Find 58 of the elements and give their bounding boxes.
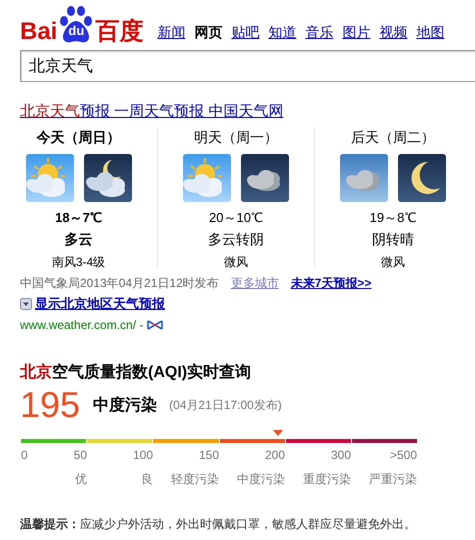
temperature-range: 18～7℃ [55, 209, 102, 227]
expand-icon[interactable] [20, 298, 32, 310]
bowtie-icon[interactable] [147, 320, 164, 330]
scale-label: 优 [75, 472, 87, 486]
day-label: 明天（周一） [194, 129, 278, 147]
aqi-level: 中度污染 [93, 395, 158, 416]
day-label: 今天（周日） [36, 129, 120, 147]
wind-text: 微风 [381, 254, 405, 271]
logo-text: 百度 [95, 20, 144, 44]
moon-cloud-icon [84, 154, 132, 202]
nav-tab[interactable]: 视频 [379, 24, 408, 42]
temperature-range: 20～10℃ [209, 209, 263, 227]
nav-tab[interactable]: 贴吧 [231, 24, 260, 42]
city-name: 北京 [20, 364, 52, 381]
temperature-range: 19～8℃ [370, 209, 416, 227]
search-field[interactable]: 北京天气 [20, 50, 475, 82]
publish-time: (04月21日17:00发布) [169, 396, 282, 414]
marker-icon [273, 430, 284, 436]
nav-tab[interactable]: 网页 [194, 24, 222, 42]
seven-day-forecast-link[interactable]: 未来7天预报>> [290, 275, 372, 292]
wind-text: 微风 [224, 254, 248, 271]
nav-tab[interactable]: 音乐 [305, 24, 334, 42]
scale-tick: 100 [132, 448, 153, 462]
cloud-icon [241, 154, 289, 202]
logo-text: Bai [20, 20, 58, 44]
scale-tick: 300 [330, 448, 351, 462]
more-cities-link[interactable]: 更多城市 [230, 275, 279, 292]
nav-tab[interactable]: 图片 [342, 24, 370, 42]
result-url: www.weather.com.cn/ - [20, 318, 144, 332]
scale-tick: 150 [198, 448, 219, 462]
tip-text: 温馨提示：应减少户外活动，外出时佩戴口罩，敏感人群应尽量避免外出。 [20, 516, 417, 533]
scale-tick: >500 [390, 448, 417, 462]
nav-tab[interactable]: 知道 [268, 24, 296, 42]
weather-condition: 多云转阴 [208, 231, 264, 249]
weather-condition: 多云 [64, 231, 92, 249]
logo-badge-text: du [67, 24, 86, 38]
scale-label: 重度污染 [303, 472, 351, 486]
scale-label: 轻度污染 [171, 472, 219, 486]
nav-tab[interactable]: 新闻 [157, 24, 186, 42]
day-label: 后天（周二） [351, 129, 435, 147]
sun-cloud-icon [183, 154, 231, 202]
scale-label: 中度污染 [237, 472, 285, 486]
aqi-title: 空气质量指数(AQI)实时查询 [52, 364, 252, 381]
nav-tab[interactable]: 地图 [416, 24, 444, 42]
sun-cloud-icon [26, 154, 74, 202]
scale-tick: 50 [74, 448, 87, 462]
search-input[interactable]: 北京天气 [21, 56, 451, 76]
aqi-value: 195 [20, 387, 80, 423]
wind-text: 南风3-4级 [52, 254, 106, 271]
weather-condition: 阴转晴 [372, 231, 414, 249]
scale-tick: 0 [21, 448, 28, 462]
scale-tick: 200 [264, 448, 285, 462]
cloud-icon [340, 154, 388, 202]
moon-icon [398, 154, 446, 202]
scale-label: 严重污染 [369, 472, 417, 486]
scale-label: 良 [141, 472, 153, 486]
source-text: 中国气象局2013年04月21日12时发布 [20, 275, 219, 292]
expand-forecast-link[interactable]: 显示北京地区天气预报 [35, 295, 165, 313]
